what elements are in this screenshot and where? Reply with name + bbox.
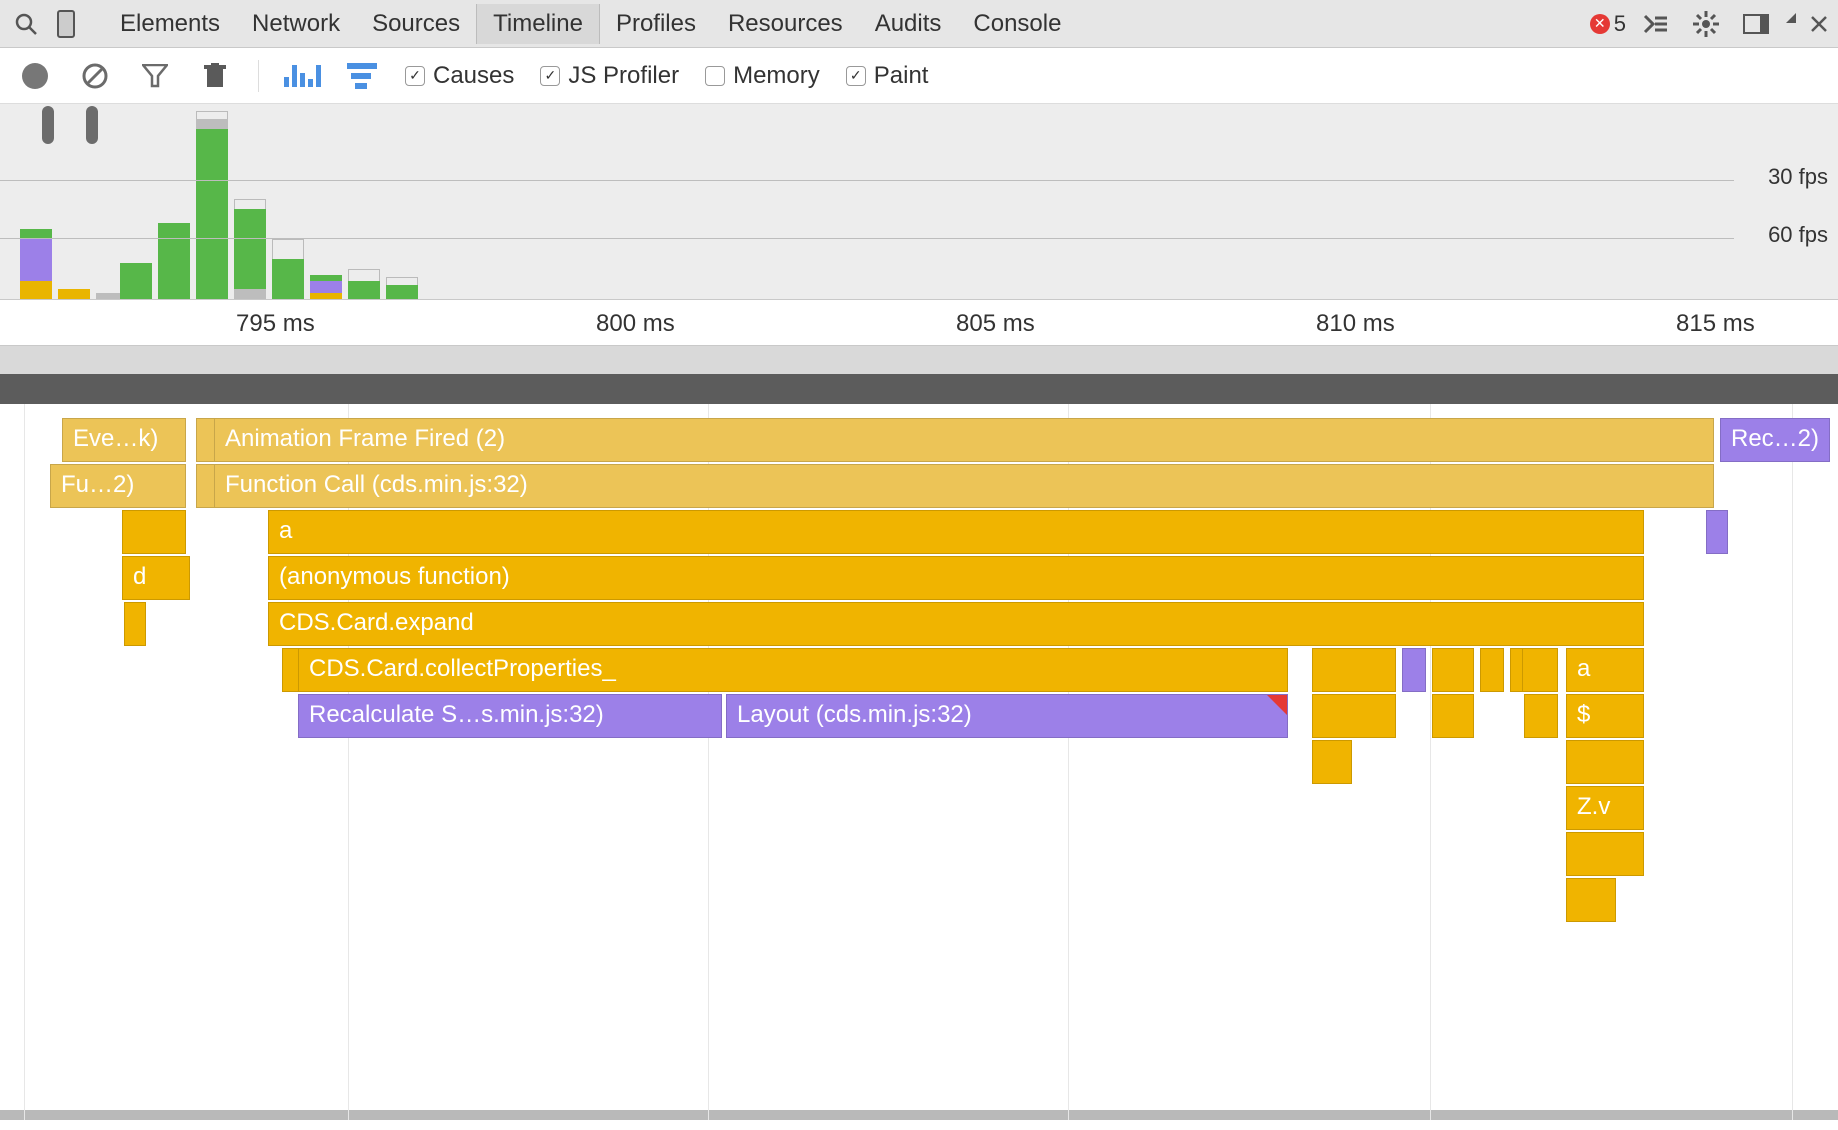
timeline-toolbar: Causes JS Profiler Memory Paint: [0, 48, 1838, 104]
flame-event[interactable]: [1312, 694, 1396, 738]
close-icon[interactable]: [1806, 4, 1832, 44]
flame-event[interactable]: [1312, 648, 1396, 692]
checkbox-label: JS Profiler: [568, 62, 679, 90]
overview-handle-left[interactable]: [42, 106, 54, 144]
flame-event[interactable]: [1432, 648, 1474, 692]
separator: [258, 60, 259, 92]
filter-icon[interactable]: [138, 59, 172, 93]
checkbox-causes[interactable]: Causes: [405, 62, 514, 90]
overview-handle-right[interactable]: [86, 106, 98, 144]
flame-event[interactable]: [122, 510, 186, 554]
checkbox-paint[interactable]: Paint: [846, 62, 929, 90]
device-icon[interactable]: [46, 4, 86, 44]
flame-event[interactable]: [1566, 878, 1616, 922]
frames-strip: [0, 374, 1838, 404]
tab-profiles[interactable]: Profiles: [600, 4, 712, 44]
flame-event[interactable]: CDS.Card.collectProperties_: [298, 648, 1288, 692]
flame-event[interactable]: $: [1566, 694, 1644, 738]
flame-event[interactable]: a: [1566, 648, 1644, 692]
checkbox-js-profiler[interactable]: JS Profiler: [540, 62, 679, 90]
network-strip: [0, 346, 1838, 374]
flame-chart[interactable]: Eve…k) Animation Frame Fired (2)Rec…2) Fu……: [0, 404, 1838, 1120]
checkbox-label: Memory: [733, 62, 820, 90]
barchart-view-icon[interactable]: [285, 59, 319, 93]
tab-elements[interactable]: Elements: [104, 4, 236, 44]
clear-icon[interactable]: [78, 59, 112, 93]
flame-event[interactable]: [1524, 694, 1558, 738]
devtools-tabbar: ElementsNetworkSourcesTimelineProfilesRe…: [0, 0, 1838, 48]
flame-event[interactable]: (anonymous function): [268, 556, 1644, 600]
warning-icon: [1267, 695, 1287, 715]
ruler-tick: 805 ms: [960, 310, 1039, 346]
flame-event[interactable]: CDS.Card.expand: [268, 602, 1644, 646]
tab-console[interactable]: Console: [957, 4, 1077, 44]
overview-pane[interactable]: 30 fps 60 fps: [0, 104, 1838, 300]
gridline: [1792, 404, 1793, 1120]
settings-gear-icon[interactable]: [1686, 4, 1726, 44]
checkbox-label: Causes: [433, 62, 514, 90]
tab-sources[interactable]: Sources: [356, 4, 476, 44]
flame-event[interactable]: [1566, 740, 1644, 784]
error-count-value: 5: [1614, 11, 1626, 37]
flame-event[interactable]: Z.v: [1566, 786, 1644, 830]
garbage-collect-icon[interactable]: [198, 59, 232, 93]
fps-60-label: 60 fps: [1768, 222, 1828, 248]
search-icon[interactable]: [6, 4, 46, 44]
flame-event[interactable]: Function Call (cds.min.js:32): [214, 464, 1714, 508]
flame-event[interactable]: a: [268, 510, 1644, 554]
flame-event[interactable]: d: [122, 556, 190, 600]
flame-event[interactable]: [1312, 740, 1352, 784]
checkbox-memory[interactable]: Memory: [705, 62, 820, 90]
tab-audits[interactable]: Audits: [859, 4, 958, 44]
flame-event[interactable]: [1566, 832, 1644, 876]
record-button[interactable]: [18, 59, 52, 93]
checkbox-icon: [846, 66, 866, 86]
flame-event[interactable]: [1432, 694, 1474, 738]
tab-network[interactable]: Network: [236, 4, 356, 44]
flame-event[interactable]: [124, 602, 146, 646]
checkbox-icon: [705, 66, 725, 86]
checkbox-icon: [540, 66, 560, 86]
ruler-tick: 815 ms: [1680, 310, 1759, 346]
flamechart-view-icon[interactable]: [345, 59, 379, 93]
flame-event[interactable]: Layout (cds.min.js:32): [726, 694, 1288, 738]
checkbox-icon: [405, 66, 425, 86]
tab-timeline[interactable]: Timeline: [476, 4, 600, 44]
flame-event[interactable]: [1706, 510, 1728, 554]
flame-event[interactable]: Fu…2): [50, 464, 186, 508]
flame-event[interactable]: Recalculate S…s.min.js:32): [298, 694, 722, 738]
fps-30-label: 30 fps: [1768, 164, 1828, 190]
gridline: [24, 404, 25, 1120]
flame-event[interactable]: [1522, 648, 1558, 692]
horizontal-scrollbar[interactable]: [0, 1110, 1838, 1120]
panel-tabs: ElementsNetworkSourcesTimelineProfilesRe…: [104, 4, 1077, 44]
dock-side-icon[interactable]: [1736, 4, 1776, 44]
error-icon: ✕: [1590, 14, 1610, 34]
flame-event[interactable]: Rec…2): [1720, 418, 1830, 462]
tab-resources[interactable]: Resources: [712, 4, 859, 44]
error-count[interactable]: ✕ 5: [1590, 11, 1626, 37]
flame-event[interactable]: [1402, 648, 1426, 692]
ruler-tick: 800 ms: [600, 310, 679, 346]
flame-event[interactable]: [1480, 648, 1504, 692]
time-ruler[interactable]: 795 ms 800 ms 805 ms 810 ms 815 ms: [0, 300, 1838, 346]
ruler-tick: 810 ms: [1320, 310, 1399, 346]
checkbox-label: Paint: [874, 62, 929, 90]
ruler-tick: 795 ms: [240, 310, 319, 346]
flame-event[interactable]: Eve…k): [62, 418, 186, 462]
flame-event[interactable]: Animation Frame Fired (2): [214, 418, 1714, 462]
drawer-toggle-icon[interactable]: [1636, 4, 1676, 44]
